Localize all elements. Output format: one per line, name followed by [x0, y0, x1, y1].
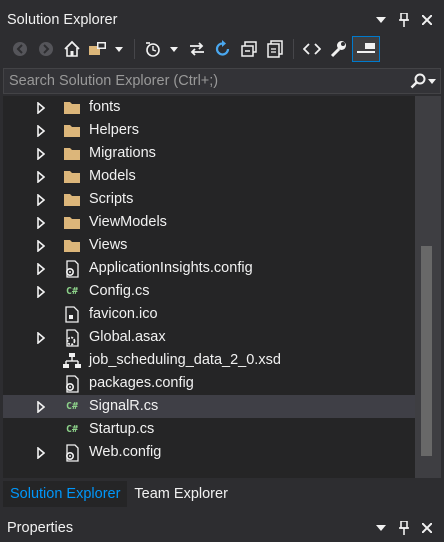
- expand-arrow-icon[interactable]: [36, 193, 46, 206]
- tree-item[interactable]: packages.config: [3, 372, 415, 395]
- config-file-icon: [62, 443, 82, 462]
- search-box: [3, 68, 441, 94]
- expand-arrow-icon[interactable]: [36, 400, 46, 413]
- expand-arrow-icon[interactable]: [36, 262, 46, 275]
- tree-item[interactable]: C# SignalR.cs: [3, 395, 415, 418]
- tree-item[interactable]: Views: [3, 234, 415, 257]
- solution-explorer-toolbar: [0, 33, 444, 65]
- solution-tree: fonts Helpers Migrations Models Scripts ViewM…: [3, 96, 415, 478]
- folder-icon: [62, 191, 82, 208]
- tab-solution-explorer[interactable]: Solution Explorer: [3, 481, 128, 507]
- properties-title: Properties: [7, 520, 74, 536]
- search-options[interactable]: [406, 73, 440, 89]
- solution-explorer-title: Solution Explorer: [7, 12, 118, 28]
- tree-item-label: ViewModels: [89, 214, 167, 230]
- expand-arrow-icon[interactable]: [36, 446, 46, 459]
- tree-item-label: Migrations: [89, 145, 156, 161]
- explorer-tabs: Solution Explorer Team Explorer: [3, 481, 235, 507]
- solution-explorer-header: Solution Explorer: [0, 6, 444, 34]
- tree-item[interactable]: fonts: [3, 96, 415, 119]
- toolbar-separator: [293, 39, 294, 59]
- tree-item-label: Config.cs: [89, 283, 150, 299]
- filter-dropdown-icon[interactable]: [167, 36, 181, 62]
- tree-item-label: Helpers: [89, 122, 139, 138]
- tree-item[interactable]: Migrations: [3, 142, 415, 165]
- tree-item[interactable]: C# Startup.cs: [3, 418, 415, 441]
- view-code-icon[interactable]: [300, 36, 324, 62]
- expand-arrow-icon[interactable]: [36, 331, 46, 344]
- config-file-icon: [62, 374, 82, 393]
- tree-item-label: packages.config: [89, 375, 194, 391]
- search-icon: [410, 73, 426, 89]
- scrollbar-thumb[interactable]: [421, 246, 432, 456]
- close-icon[interactable]: [420, 13, 434, 27]
- window-position-menu-icon[interactable]: [374, 521, 388, 535]
- tree-item-label: Models: [89, 168, 136, 184]
- properties-wrench-icon[interactable]: [326, 36, 350, 62]
- close-icon[interactable]: [420, 521, 434, 535]
- tree-item-label: fonts: [89, 99, 121, 115]
- tree-item-label: ApplicationInsights.config: [89, 260, 253, 276]
- tab-team-explorer[interactable]: Team Explorer: [127, 481, 234, 507]
- asax-file-icon: [62, 328, 82, 347]
- vertical-scrollbar[interactable]: [415, 96, 441, 478]
- expand-arrow-icon[interactable]: [36, 124, 46, 137]
- csharp-file-icon: C#: [65, 401, 79, 412]
- tree-item[interactable]: Scripts: [3, 188, 415, 211]
- tree-item[interactable]: ApplicationInsights.config: [3, 257, 415, 280]
- folder-icon: [62, 122, 82, 139]
- pin-icon[interactable]: [397, 13, 411, 27]
- xsd-file-icon: [62, 352, 82, 369]
- csharp-file-icon: C#: [65, 424, 79, 435]
- forward-icon[interactable]: [34, 36, 58, 62]
- folder-icon: [62, 168, 82, 185]
- toolbar-separator: [134, 39, 135, 59]
- tree-item-label: Web.config: [89, 444, 162, 460]
- pin-icon[interactable]: [397, 521, 411, 535]
- tree-item[interactable]: Global.asax: [3, 326, 415, 349]
- tree-item-label: Global.asax: [89, 329, 166, 345]
- expand-arrow-icon[interactable]: [36, 147, 46, 160]
- tree-item-label: job_scheduling_data_2_0.xsd: [89, 352, 281, 368]
- config-file-icon: [62, 259, 82, 278]
- tree-item-label: Scripts: [89, 191, 134, 207]
- tree-item-label: Views: [89, 237, 128, 253]
- tree-item-label: favicon.ico: [89, 306, 158, 322]
- folder-icon: [62, 214, 82, 231]
- tree-item-label: SignalR.cs: [89, 398, 159, 414]
- tree-item[interactable]: Helpers: [3, 119, 415, 142]
- expand-arrow-icon[interactable]: [36, 216, 46, 229]
- pending-changes-filter-icon[interactable]: [141, 36, 165, 62]
- expand-arrow-icon[interactable]: [36, 170, 46, 183]
- tree-item[interactable]: ViewModels: [3, 211, 415, 234]
- properties-header: Properties: [0, 514, 444, 542]
- home-icon[interactable]: [60, 36, 84, 62]
- folder-icon: [62, 99, 82, 116]
- expand-arrow-icon[interactable]: [36, 101, 46, 114]
- folder-icon: [62, 145, 82, 162]
- sync-with-active-document-icon[interactable]: [185, 36, 209, 62]
- tree-item[interactable]: Web.config: [3, 441, 415, 464]
- expand-arrow-icon[interactable]: [36, 239, 46, 252]
- switch-views-dropdown-icon[interactable]: [112, 36, 126, 62]
- search-input[interactable]: [4, 72, 406, 90]
- folder-icon: [62, 237, 82, 254]
- tree-item[interactable]: Models: [3, 165, 415, 188]
- tree-item-label: Startup.cs: [89, 421, 155, 437]
- search-options-dropdown-icon: [428, 78, 436, 84]
- window-position-menu-icon[interactable]: [374, 13, 388, 27]
- icon-file-icon: [62, 306, 82, 323]
- tree-item[interactable]: favicon.ico: [3, 303, 415, 326]
- tree-item[interactable]: job_scheduling_data_2_0.xsd: [3, 349, 415, 372]
- csharp-file-icon: C#: [65, 286, 79, 297]
- show-all-files-icon[interactable]: [263, 36, 287, 62]
- preview-selected-items-icon[interactable]: [352, 36, 380, 62]
- switch-views-icon[interactable]: [86, 36, 110, 62]
- collapse-all-icon[interactable]: [237, 36, 261, 62]
- back-icon[interactable]: [8, 36, 32, 62]
- refresh-icon[interactable]: [211, 36, 235, 62]
- expand-arrow-icon[interactable]: [36, 285, 46, 298]
- tree-item[interactable]: C# Config.cs: [3, 280, 415, 303]
